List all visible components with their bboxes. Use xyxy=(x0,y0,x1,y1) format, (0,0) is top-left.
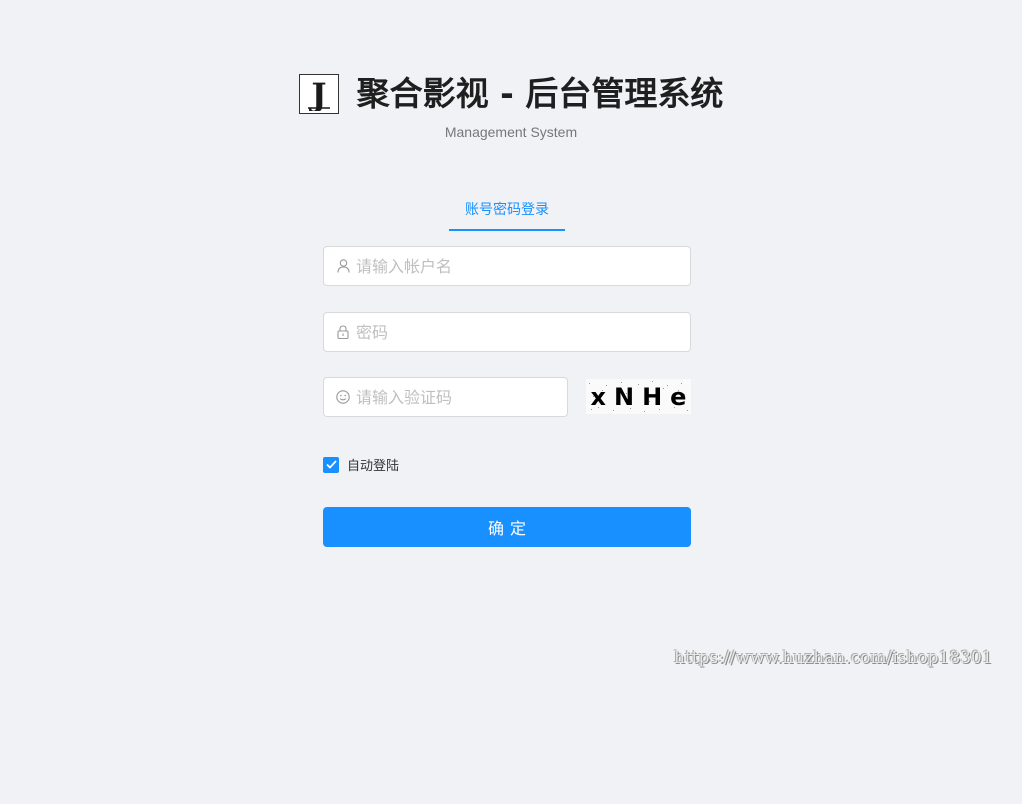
lock-icon xyxy=(336,325,350,339)
check-icon xyxy=(325,460,337,469)
page-subtitle: Management System xyxy=(444,124,578,140)
logo: J xyxy=(298,74,339,114)
remember-toggle[interactable]: 自动登陆 xyxy=(323,455,399,474)
username-input[interactable] xyxy=(356,248,656,284)
captcha-field[interactable] xyxy=(323,377,568,417)
password-input[interactable] xyxy=(356,314,656,350)
remember-checkbox[interactable] xyxy=(323,456,339,473)
tab-ink-bar xyxy=(449,229,565,231)
password-field[interactable] xyxy=(323,312,691,352)
watermark-text: https://www.huzhan.com/ishop18301 xyxy=(674,648,993,668)
username-field[interactable] xyxy=(323,246,691,286)
captcha-text: xNHe xyxy=(590,382,691,411)
smile-icon xyxy=(336,390,350,404)
svg-text:J: J xyxy=(308,77,326,111)
user-icon xyxy=(336,259,350,273)
page-title: 聚合影视 - 后台管理系统 xyxy=(356,74,724,113)
captcha-image[interactable]: xNHe xyxy=(586,379,691,414)
login-tabs: 账号密码登录 xyxy=(449,196,565,231)
submit-button[interactable]: 确定 xyxy=(323,507,691,547)
logo-icon: J xyxy=(307,77,330,111)
remember-label: 自动登陆 xyxy=(347,459,400,474)
tab-account-password[interactable]: 账号密码登录 xyxy=(449,196,565,224)
captcha-input[interactable] xyxy=(356,379,556,415)
title-row: J 聚合影视 - 后台管理系统 xyxy=(0,68,1022,120)
login-header: J 聚合影视 - 后台管理系统 Management System xyxy=(0,68,1022,140)
